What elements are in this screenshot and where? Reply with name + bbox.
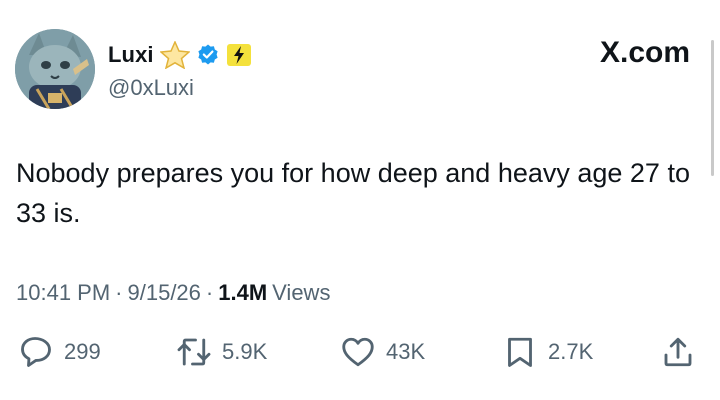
author-name-row: Luxi: [108, 40, 252, 70]
views-count: 1.4M: [218, 280, 268, 305]
share-icon: [660, 334, 696, 370]
reply-count: 299: [64, 339, 101, 364]
bookmark-count: 2.7K: [548, 339, 594, 364]
reply-icon: [18, 334, 54, 370]
share-button[interactable]: [660, 332, 696, 372]
tweet-meta: 10:41 PM · 9/15/26 · 1.4M Views: [16, 280, 330, 306]
reply-button[interactable]: 299: [18, 332, 101, 372]
tweet-header: Luxi @0xLuxi X.com: [0, 0, 720, 120]
repost-count: 5.9K: [222, 339, 268, 364]
views-label: Views: [272, 280, 331, 305]
bookmark-button[interactable]: 2.7K: [502, 332, 593, 372]
star-icon: [159, 41, 190, 69]
tweet-text: Nobody prepares you for how deep and hea…: [16, 158, 690, 228]
action-bar: 299 5.9K 43K 2.7K: [0, 332, 720, 372]
site-label: X.com: [599, 36, 690, 69]
lightning-icon: [226, 43, 252, 67]
scrollbar[interactable]: [711, 40, 714, 176]
like-count: 43K: [386, 339, 426, 364]
display-name[interactable]: Luxi: [108, 42, 154, 68]
meta-separator: ·: [115, 280, 123, 305]
bookmark-icon: [502, 334, 538, 370]
repost-button[interactable]: 5.9K: [176, 332, 267, 372]
tweet-date[interactable]: 9/15/26: [128, 280, 201, 306]
tweet-time[interactable]: 10:41 PM: [16, 280, 110, 306]
repost-icon: [176, 334, 212, 370]
author-handle[interactable]: @0xLuxi: [108, 75, 194, 101]
like-button[interactable]: 43K: [340, 332, 425, 372]
heart-icon: [340, 334, 376, 370]
verified-icon: [196, 43, 220, 67]
meta-separator: ·: [205, 280, 214, 305]
avatar[interactable]: [15, 29, 95, 109]
